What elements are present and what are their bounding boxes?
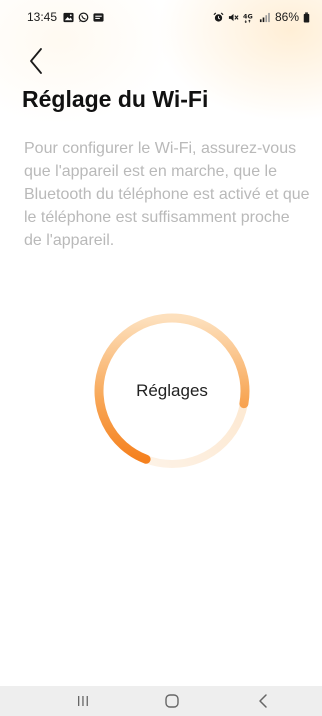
home-icon bbox=[165, 694, 179, 708]
status-left: 13:45 bbox=[27, 10, 104, 24]
recent-apps-icon bbox=[78, 696, 88, 706]
screen: 13:45 4G 86% Réglage du Wi-Fi Pour confi… bbox=[0, 0, 322, 716]
mute-icon bbox=[228, 12, 239, 23]
back-icon bbox=[259, 694, 267, 708]
status-right: 4G 86% bbox=[213, 10, 310, 24]
progress-label: Réglages bbox=[136, 381, 208, 400]
svg-text:4G: 4G bbox=[243, 12, 253, 20]
status-bar: 13:45 4G 86% bbox=[0, 0, 322, 34]
back-button[interactable] bbox=[24, 46, 48, 76]
battery-icon bbox=[303, 11, 310, 23]
home-button[interactable] bbox=[157, 686, 187, 716]
page-title: Réglage du Wi-Fi bbox=[22, 86, 209, 112]
signal-icon bbox=[259, 12, 270, 23]
progress-ring: Réglages bbox=[91, 310, 253, 472]
alarm-icon bbox=[213, 11, 224, 23]
navigation-bar bbox=[0, 686, 322, 716]
setup-instructions: Pour configurer le Wi-Fi, assurez-vous q… bbox=[24, 140, 310, 249]
battery-percentage: 86% bbox=[274, 10, 299, 24]
system-back-button[interactable] bbox=[248, 686, 278, 716]
status-time: 13:45 bbox=[27, 10, 58, 24]
chevron-left-icon bbox=[30, 48, 42, 74]
recent-apps-button[interactable] bbox=[68, 686, 98, 716]
network-icon: 4G bbox=[243, 12, 255, 23]
message-icon bbox=[93, 12, 104, 23]
gallery-icon bbox=[63, 12, 74, 23]
whatsapp-icon bbox=[78, 11, 89, 23]
